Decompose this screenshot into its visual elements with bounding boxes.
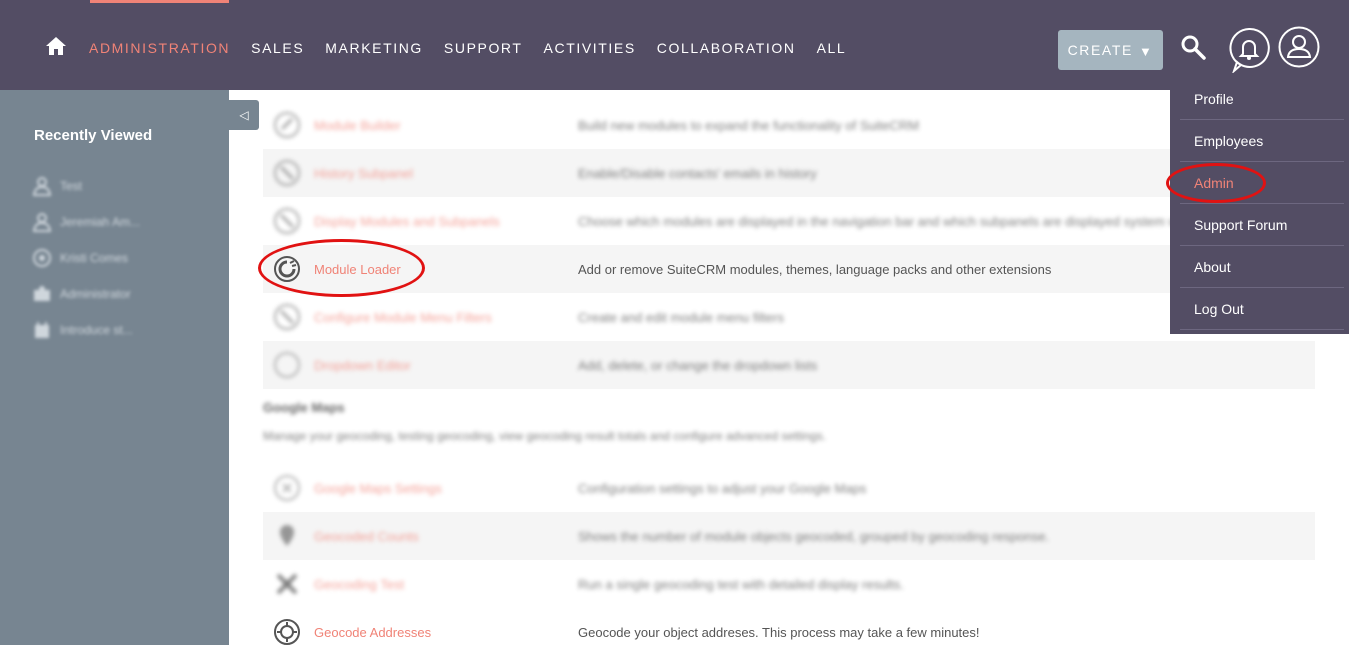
menu-item-label: Log Out — [1194, 301, 1244, 317]
admin-row-display-modules: Display Modules and Subpanels Choose whi… — [263, 197, 1315, 245]
calendar-icon — [35, 322, 49, 338]
home-icon[interactable] — [45, 36, 67, 56]
menu-item-employees[interactable]: Employees — [1180, 120, 1344, 162]
display-modules-icon — [274, 208, 300, 234]
admin-description: Configuration settings to adjust your Go… — [578, 480, 867, 496]
geocoded-counts-icon — [280, 525, 294, 546]
nav-administration[interactable]: ADMINISTRATION — [89, 40, 230, 56]
recently-viewed-label: Administrator — [60, 287, 131, 301]
recently-viewed-item[interactable]: Administrator — [32, 276, 140, 312]
geocode-addresses-link[interactable]: Geocode Addresses — [314, 625, 431, 640]
sidebar-collapse-button[interactable]: ◁ — [229, 100, 259, 130]
recently-viewed-list: Test Jeremiah Am... Kristi Comes Adminis… — [32, 168, 140, 348]
recently-viewed-item[interactable]: Kristi Comes — [32, 240, 140, 276]
nav-marketing[interactable]: MARKETING — [325, 40, 423, 56]
admin-row-geocoded-counts: Geocoded Counts Shows the number of modu… — [263, 512, 1315, 560]
module-loader-icon — [274, 256, 300, 282]
admin-row-history-subpanel: History Subpanel Enable/Disable contacts… — [263, 149, 1315, 197]
recently-viewed-label: Test — [60, 179, 83, 193]
admin-link[interactable]: Module Builder — [314, 118, 401, 133]
recently-viewed-label: Introduce st... — [60, 323, 133, 337]
module-loader-link[interactable]: Module Loader — [314, 262, 401, 277]
recently-viewed-label: Jeremiah Am... — [60, 215, 141, 229]
geocode-addresses-icon — [274, 619, 300, 645]
recently-viewed-label: Kristi Comes — [60, 251, 129, 265]
menu-item-label: About — [1194, 259, 1231, 275]
maps-settings-icon — [274, 475, 300, 501]
nav-sales[interactable]: SALES — [251, 40, 304, 56]
history-icon — [274, 160, 300, 186]
admin-row-menu-filters: Configure Module Menu Filters Create and… — [263, 293, 1315, 341]
active-tab-indicator — [90, 0, 229, 3]
admin-row-maps-settings: Google Maps Settings Configuration setti… — [263, 464, 1315, 512]
section-description: Manage your geocoding, testing geocoding… — [263, 429, 827, 443]
create-button[interactable]: CREATE ▼ — [1058, 30, 1163, 70]
menu-item-profile[interactable]: Profile — [1180, 78, 1344, 120]
menu-item-support-forum[interactable]: Support Forum — [1180, 204, 1344, 246]
caret-down-icon: ▼ — [1138, 43, 1154, 59]
menu-filters-icon — [274, 304, 300, 330]
menu-item-logout[interactable]: Log Out — [1180, 288, 1344, 330]
contact-icon — [32, 213, 52, 232]
recently-viewed-item[interactable]: Introduce st... — [32, 312, 140, 348]
menu-item-label: Support Forum — [1194, 217, 1288, 233]
recently-viewed-title: Recently Viewed — [34, 127, 153, 144]
admin-description: Enable/Disable contacts' emails in histo… — [578, 165, 817, 181]
admin-row-geocode-addresses: Geocode Addresses Geocode your object ad… — [263, 608, 1315, 645]
admin-link[interactable]: Google Maps Settings — [314, 481, 442, 496]
admin-description: Shows the number of module objects geoco… — [578, 528, 1050, 544]
menu-item-about[interactable]: About — [1180, 246, 1344, 288]
target-icon — [33, 249, 51, 267]
create-button-label: CREATE — [1067, 42, 1133, 58]
admin-description: Add, delete, or change the dropdown list… — [578, 357, 818, 373]
admin-row-geocoding-test: Geocoding Test Run a single geocoding te… — [263, 560, 1315, 608]
admin-description: Build new modules to expand the function… — [578, 117, 920, 133]
nav-activities[interactable]: ACTIVITIES — [544, 40, 636, 56]
nav-collaboration[interactable]: COLLABORATION — [657, 40, 796, 56]
recently-viewed-item[interactable]: Jeremiah Am... — [32, 204, 140, 240]
geocoding-test-icon — [276, 573, 298, 595]
dropdown-editor-icon — [274, 352, 300, 378]
module-builder-icon — [274, 112, 300, 138]
admin-link[interactable]: Geocoding Test — [314, 577, 404, 592]
recently-viewed-item[interactable]: Test — [32, 168, 140, 204]
search-icon[interactable] — [1180, 34, 1206, 60]
menu-item-admin[interactable]: Admin — [1180, 162, 1344, 204]
admin-link[interactable]: Configure Module Menu Filters — [314, 310, 492, 325]
user-dropdown-menu: Profile Employees Admin Support Forum Ab… — [1170, 74, 1349, 334]
contact-icon — [32, 177, 52, 196]
menu-item-label: Employees — [1194, 133, 1264, 149]
admin-row-dropdown-editor: Dropdown Editor Add, delete, or change t… — [263, 341, 1315, 389]
top-navigation-bar: ADMINISTRATION SALES MARKETING SUPPORT A… — [0, 0, 1349, 90]
users-icon — [34, 286, 50, 301]
admin-row-module-loader: Module Loader Add or remove SuiteCRM mod… — [263, 245, 1315, 293]
admin-description: Run a single geocoding test with detaile… — [578, 576, 904, 592]
admin-description: Create and edit module menu filters — [578, 309, 784, 325]
menu-item-label: Profile — [1194, 91, 1234, 107]
main-nav: ADMINISTRATION SALES MARKETING SUPPORT A… — [89, 40, 867, 56]
admin-link[interactable]: Dropdown Editor — [314, 358, 411, 373]
nav-all[interactable]: ALL — [817, 40, 847, 56]
admin-link[interactable]: Display Modules and Subpanels — [314, 214, 500, 229]
menu-item-label: Admin — [1194, 175, 1234, 191]
admin-description: Add or remove SuiteCRM modules, themes, … — [578, 261, 1052, 277]
admin-row-module-builder: Module Builder Build new modules to expa… — [263, 101, 1315, 149]
nav-support[interactable]: SUPPORT — [444, 40, 523, 56]
sidebar: Recently Viewed Test Jeremiah Am... Kris… — [0, 90, 229, 645]
section-title: Google Maps — [263, 400, 345, 415]
admin-link[interactable]: History Subpanel — [314, 166, 413, 181]
admin-link[interactable]: Geocoded Counts — [314, 529, 419, 544]
admin-description: Geocode your object addreses. This proce… — [578, 624, 980, 640]
notifications-bell-icon[interactable] — [1228, 27, 1270, 73]
collapse-left-icon: ◁ — [239, 108, 249, 122]
admin-description: Choose which modules are displayed in th… — [578, 213, 1196, 229]
user-profile-icon[interactable] — [1278, 26, 1320, 68]
